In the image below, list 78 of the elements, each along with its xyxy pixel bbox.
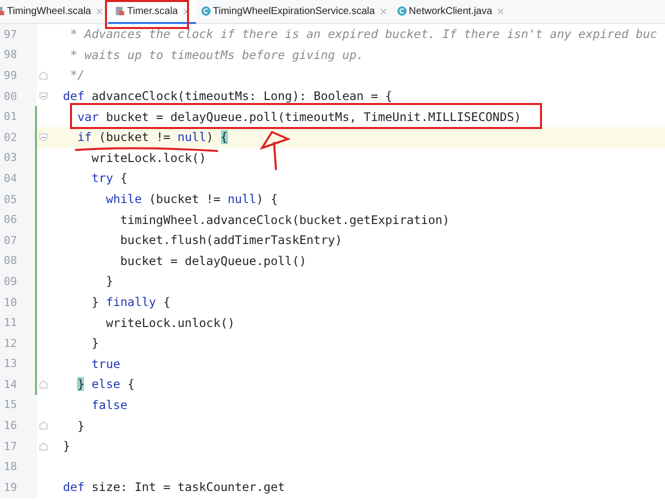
code-text: bucket.flush(addTimerTaskEntry): [120, 233, 342, 248]
keyword: null: [178, 130, 206, 144]
code-text: ) {: [256, 192, 278, 206]
file-icon: [115, 6, 126, 16]
line-number: 12: [2, 336, 17, 350]
keyword: var: [77, 110, 99, 124]
code-comment: */: [69, 68, 84, 82]
line-number: 08: [2, 254, 17, 268]
code-text: }: [63, 439, 70, 454]
line-number: 14: [2, 378, 17, 391]
code-text: timingWheel.advanceClock(bucket.getExpiration): [120, 212, 450, 227]
line-number: 15: [2, 398, 17, 412]
class-icon: [200, 6, 211, 16]
code-text: }: [77, 418, 84, 433]
line-number: 09: [2, 274, 17, 288]
matched-brace: {: [220, 130, 228, 144]
line-number: 05: [2, 192, 17, 206]
file-tab[interactable]: TimingWheel.scala: [0, 0, 108, 24]
fold-icon[interactable]: [39, 380, 48, 389]
annotation-arrow: [260, 130, 291, 170]
line-number: 00: [2, 90, 17, 103]
code-text: {: [119, 171, 128, 186]
file-tab[interactable]: Timer.scala: [108, 0, 196, 24]
code-text: }: [106, 274, 114, 288]
fold-icon[interactable]: [39, 421, 48, 430]
close-icon[interactable]: [380, 8, 387, 14]
code-text: ): [206, 130, 214, 144]
fold-icon[interactable]: [39, 92, 48, 101]
line-number: 01: [2, 110, 17, 124]
close-icon[interactable]: [497, 8, 504, 14]
keyword: true: [92, 356, 120, 371]
keyword: try: [92, 171, 114, 186]
file-tab[interactable]: NetworkClient.java: [392, 0, 510, 24]
line-number: 13: [2, 357, 17, 370]
fold-icon[interactable]: [39, 442, 48, 451]
close-icon[interactable]: [96, 8, 104, 14]
keyword: finally: [104, 295, 156, 310]
line-number: 10: [2, 296, 17, 309]
line-number: 11: [2, 316, 17, 330]
code-text: bucket = delayQueue.poll(timeoutMs, TimeUnit.MILLISECONDS): [104, 110, 522, 124]
keyword: false: [92, 398, 128, 412]
line-number: 98: [2, 48, 17, 62]
code-text: }: [92, 336, 99, 350]
line-number: 19: [2, 480, 17, 494]
fold-icon[interactable]: [39, 132, 48, 142]
line-number: 06: [2, 213, 17, 226]
code-text: {: [126, 377, 135, 392]
line-number: 97: [2, 28, 17, 41]
file-tab[interactable]: TimingWheelExpirationService.scala: [196, 0, 392, 24]
code-comment: * Advances the clock if there is an expired bucket. If there isn't any expired buc: [69, 27, 658, 42]
line-number: 02: [2, 130, 17, 144]
code-text: size: Int = taskCounter.get: [90, 480, 285, 494]
class-icon: [396, 6, 407, 16]
code-text: (bucket !=: [98, 130, 172, 144]
keyword: while: [106, 192, 142, 206]
line-number: 99: [2, 68, 17, 82]
code-text: bucket = delayQueue.poll(): [120, 254, 306, 268]
code-text: (bucket !=: [148, 192, 222, 206]
code-text: }: [92, 295, 99, 310]
keyword: else: [90, 377, 120, 392]
matched-brace: }: [77, 377, 84, 392]
code-text: {: [162, 295, 170, 310]
close-icon[interactable]: [182, 8, 190, 14]
keyword: null: [228, 192, 256, 206]
fold-icon[interactable]: [39, 70, 48, 80]
line-number: 07: [2, 234, 17, 247]
line-number: 17: [2, 440, 17, 453]
keyword: def: [63, 89, 84, 104]
keyword: if: [77, 130, 92, 144]
line-number: 03: [2, 151, 17, 164]
code-text: writeLock.unlock(): [106, 316, 235, 330]
code-text: writeLock.lock(): [92, 150, 206, 165]
line-number: 16: [2, 419, 17, 432]
line-number: 04: [2, 172, 17, 185]
code-text: advanceClock(timeoutMs: Long): Boolean = {: [90, 89, 392, 104]
code-comment: * waits up to timeoutMs before giving up.: [69, 48, 364, 62]
line-number: 18: [2, 460, 17, 474]
keyword: def: [63, 480, 84, 494]
